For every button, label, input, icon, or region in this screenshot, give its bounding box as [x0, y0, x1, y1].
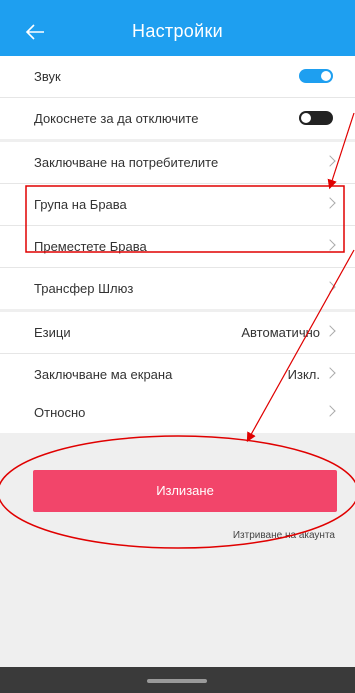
- settings-row-lock-group[interactable]: Група на Брава: [0, 184, 355, 226]
- settings-row-about[interactable]: Относно: [0, 392, 355, 433]
- about-section: Относно: [0, 392, 355, 433]
- settings-row-touch-unlock[interactable]: Докоснете за да отключите: [0, 98, 355, 139]
- logout-button[interactable]: Излизане: [33, 470, 337, 512]
- settings-row-move-lock[interactable]: Преместете Брава: [0, 226, 355, 268]
- home-indicator[interactable]: [147, 679, 207, 683]
- chevron-right-icon: [324, 155, 336, 167]
- system-navigation-bar: [0, 667, 355, 693]
- settings-row-language[interactable]: Езици Автоматично: [0, 312, 355, 354]
- delete-account-link[interactable]: Изтриване на акаунта: [233, 530, 335, 541]
- settings-row-gateway-transfer[interactable]: Трансфер Шлюз: [0, 268, 355, 309]
- settings-row-user-lock[interactable]: Заключване на потребителите: [0, 142, 355, 184]
- settings-row-label: Звук: [34, 69, 61, 84]
- settings-row-label: Трансфер Шлюз: [34, 281, 134, 296]
- sound-toggle[interactable]: [299, 69, 333, 83]
- settings-row-label: Заключване на потребителите: [34, 155, 219, 170]
- chevron-right-icon: [324, 367, 336, 379]
- app-header: Настройки: [0, 0, 355, 64]
- settings-row-label: Група на Брава: [34, 197, 127, 212]
- settings-row-screen-lock[interactable]: Заключване ма екрана Изкл.: [0, 354, 355, 395]
- chevron-right-icon: [324, 325, 336, 337]
- language-value: Автоматично: [241, 325, 320, 340]
- chevron-right-icon: [324, 281, 336, 293]
- settings-row-label: Езици: [34, 325, 71, 340]
- settings-row-label: Докоснете за да отключите: [34, 111, 199, 126]
- chevron-right-icon: [324, 405, 336, 417]
- preferences-section: Езици Автоматично Заключване ма екрана И…: [0, 312, 355, 395]
- page-title: Настройки: [132, 21, 223, 41]
- chevron-right-icon: [324, 239, 336, 251]
- settings-row-label: Относно: [34, 405, 86, 420]
- screen-lock-value: Изкл.: [287, 367, 320, 382]
- settings-row-label: Преместете Брава: [34, 239, 147, 254]
- settings-row-sound[interactable]: Звук: [0, 56, 355, 98]
- chevron-right-icon: [324, 197, 336, 209]
- settings-row-label: Заключване ма екрана: [34, 367, 173, 382]
- lock-management-section: Заключване на потребителите Група на Бра…: [0, 142, 355, 309]
- touch-unlock-toggle[interactable]: [299, 111, 333, 125]
- sound-settings-section: Звук Докоснете за да отключите: [0, 56, 355, 139]
